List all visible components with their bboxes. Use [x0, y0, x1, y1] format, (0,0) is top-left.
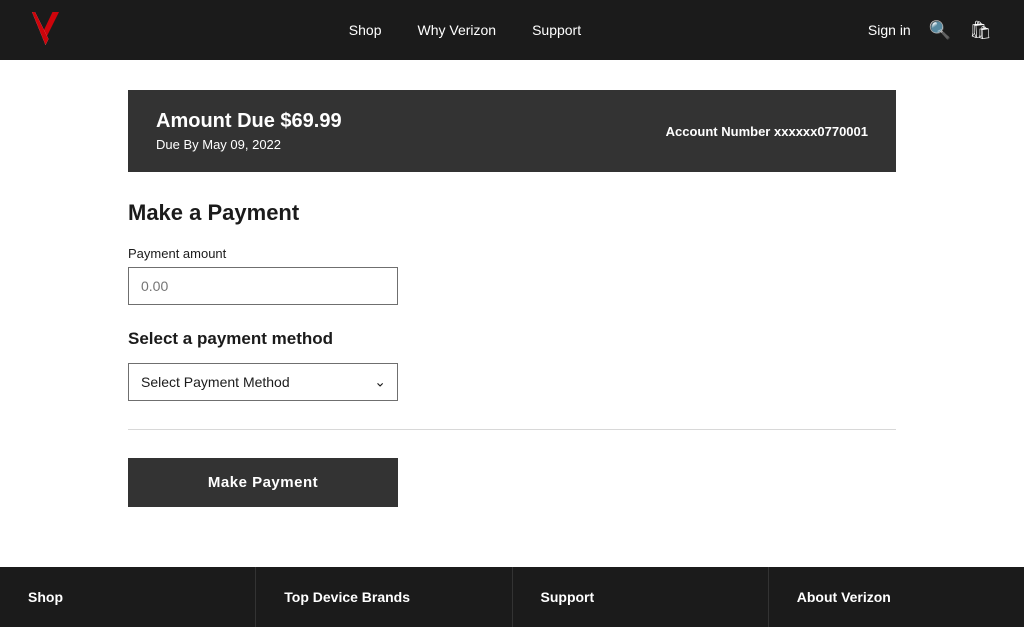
- due-date: Due By May 09, 2022: [156, 137, 342, 152]
- section-divider: [128, 429, 896, 430]
- payment-amount-input[interactable]: [128, 267, 398, 305]
- main-content: Amount Due $69.99 Due By May 09, 2022 Ac…: [112, 60, 912, 567]
- account-number: Account Number xxxxxx0770001: [666, 124, 868, 139]
- signin-link[interactable]: Sign in: [868, 22, 911, 38]
- search-icon[interactable]: 🔍: [929, 20, 951, 41]
- footer-shop-label: Shop: [28, 589, 227, 605]
- footer-col-about: About Verizon: [769, 567, 1024, 627]
- verizon-logo[interactable]: [32, 12, 62, 48]
- nav-right-actions: Sign in 🔍 🛍: [868, 20, 992, 41]
- cart-icon[interactable]: 🛍: [969, 20, 992, 41]
- nav-support[interactable]: Support: [532, 22, 581, 38]
- make-payment-button[interactable]: Make Payment: [128, 458, 398, 507]
- payment-method-wrapper: Select Payment Method Credit/Debit Card …: [128, 363, 398, 401]
- make-payment-title: Make a Payment: [128, 200, 896, 226]
- account-number-value: xxxxxx0770001: [774, 124, 868, 139]
- nav-why-verizon[interactable]: Why Verizon: [417, 22, 496, 38]
- payment-method-select[interactable]: Select Payment Method Credit/Debit Card …: [128, 363, 398, 401]
- footer-support-label: Support: [541, 589, 740, 605]
- amount-due-banner: Amount Due $69.99 Due By May 09, 2022 Ac…: [128, 90, 896, 172]
- nav-shop[interactable]: Shop: [349, 22, 382, 38]
- footer-col-devices: Top Device Brands: [256, 567, 512, 627]
- footer: Shop Top Device Brands Support About Ver…: [0, 567, 1024, 627]
- footer-devices-label: Top Device Brands: [284, 589, 483, 605]
- payment-amount-label: Payment amount: [128, 246, 896, 261]
- footer-col-support: Support: [513, 567, 769, 627]
- footer-col-shop: Shop: [0, 567, 256, 627]
- navbar: Shop Why Verizon Support Sign in 🔍 🛍: [0, 0, 1024, 60]
- amount-due-title: Amount Due $69.99: [156, 110, 342, 133]
- nav-links: Shop Why Verizon Support: [349, 22, 581, 38]
- select-method-title: Select a payment method: [128, 329, 896, 349]
- footer-about-label: About Verizon: [797, 589, 996, 605]
- account-label: Account Number: [666, 124, 771, 139]
